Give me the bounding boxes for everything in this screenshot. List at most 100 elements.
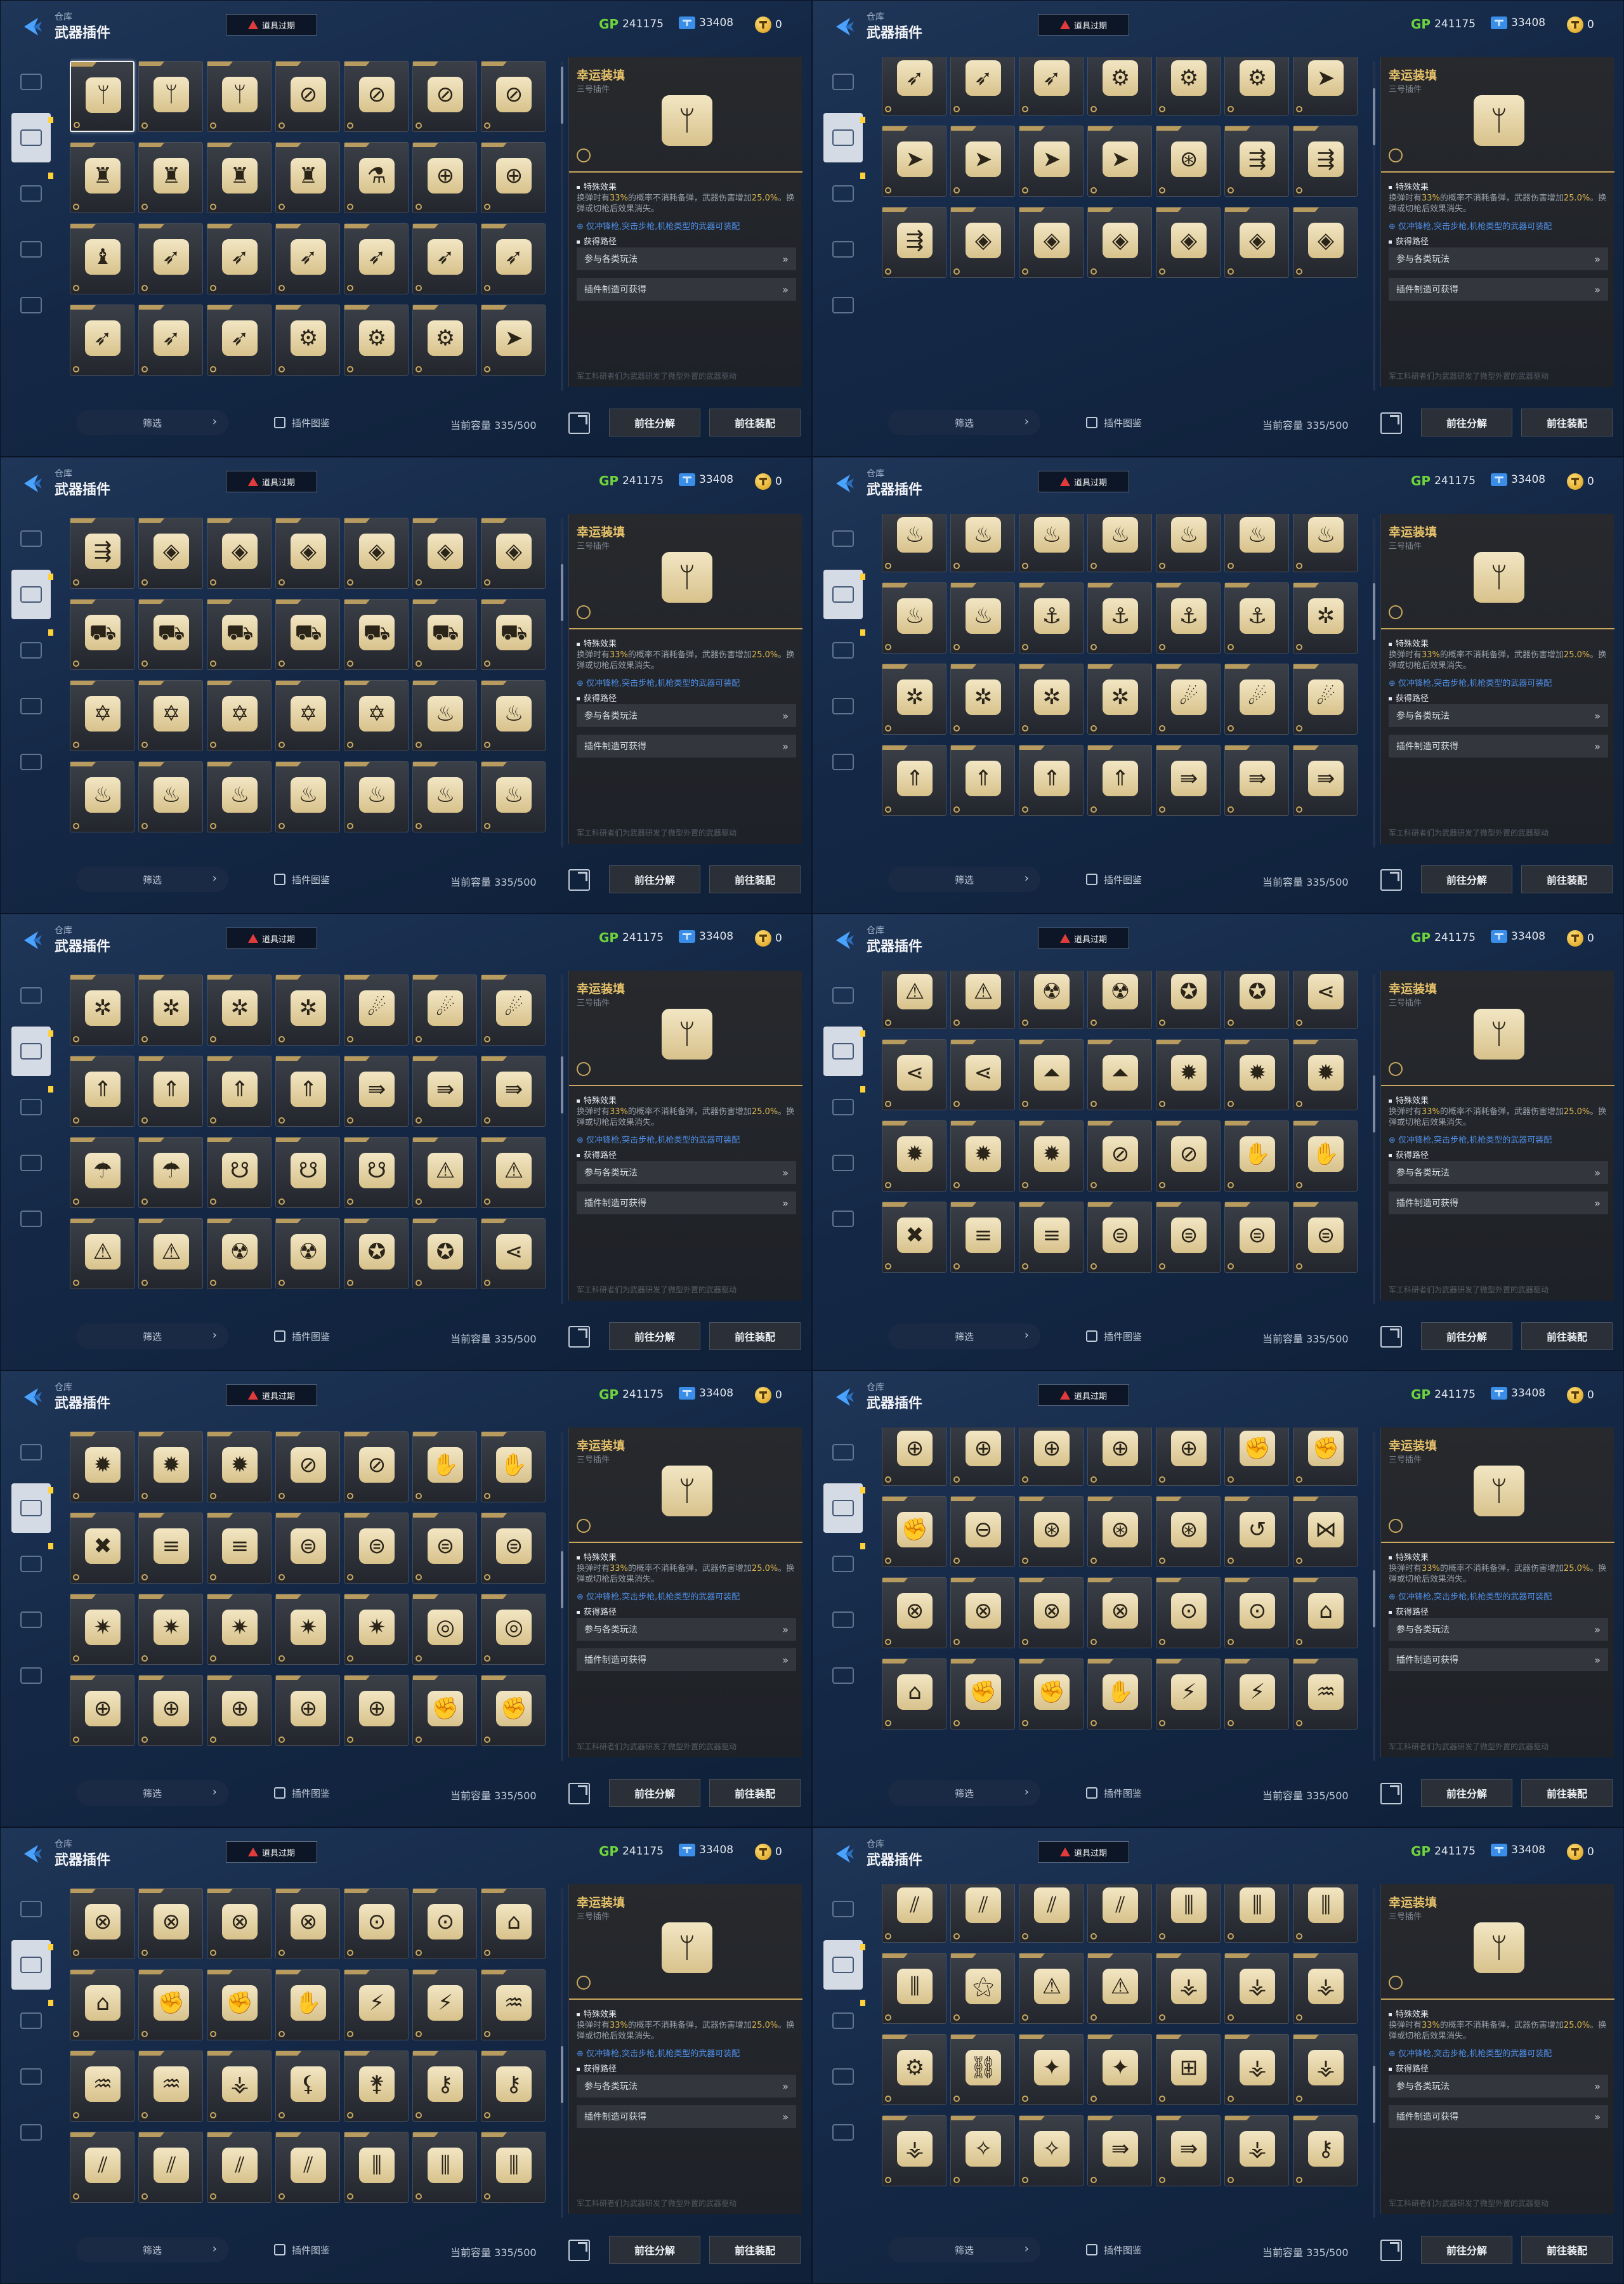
plugin-slot[interactable]: ⚷: [1293, 2115, 1358, 2186]
plugin-slot[interactable]: ◈: [1156, 207, 1221, 278]
plugin-slot[interactable]: ⊕: [882, 1428, 946, 1486]
plugin-slot[interactable]: ⊜: [412, 1513, 477, 1584]
plugin-slot[interactable]: ≡: [950, 1202, 1015, 1273]
plugin-grid[interactable]: ⊗ ⊗ ⊗ ⊗ ⊙ ⊙ ⌂ ⌂ ✊ ✊ ✋ ⚡ ⚡ ♒ ♒ ♒ ⚶ ⚸ ⚵ ⚷ ⚷ ⫽ ⫽ ⫽ ⫽ ⫼ ⫼ ⫼: [70, 1884, 558, 2221]
plugin-slot[interactable]: ✊: [882, 1496, 946, 1567]
filter-button[interactable]: 筛选 ›: [888, 410, 1040, 435]
plugin-slot[interactable]: ⊗: [138, 1888, 203, 1959]
plugin-slot[interactable]: ⊘: [1087, 1120, 1152, 1191]
plugin-slot[interactable]: ≡: [207, 1513, 272, 1584]
plugin-slot[interactable]: ✲: [138, 975, 203, 1046]
plugin-slot[interactable]: ⊛: [1156, 1496, 1221, 1567]
plugin-atlas-button[interactable]: 插件图鉴: [1051, 867, 1177, 892]
expired-items-button[interactable]: 道具过期: [226, 928, 317, 949]
plugin-slot[interactable]: ⚙: [1156, 57, 1221, 115]
plugin-slot[interactable]: ♨: [138, 761, 203, 832]
sidebar-item-vehicle[interactable]: [11, 681, 51, 731]
plugin-slot[interactable]: ⊜: [1224, 1202, 1289, 1273]
plugin-slot[interactable]: ♨: [481, 761, 546, 832]
plugin-slot[interactable]: ⫽: [950, 1884, 1015, 1943]
equip-button[interactable]: 前往装配: [709, 1779, 801, 1807]
back-arrow-icon[interactable]: [831, 14, 856, 39]
plugin-slot[interactable]: ⇛: [1087, 2115, 1152, 2186]
plugin-slot[interactable]: ⊕: [412, 142, 477, 213]
plugin-grid[interactable]: ⇶ ◈ ◈ ◈ ◈ ◈ ◈ ⛟ ⛟ ⛟ ⛟ ⛟ ⛟ ⛟ ✡ ✡ ✡ ✡ ✡ ♨ ♨ ♨ ♨ ♨ ♨ ♨ ♨ ♨: [70, 514, 558, 850]
scrollbar-thumb[interactable]: [1373, 88, 1375, 145]
plugin-slot[interactable]: ➶: [275, 223, 340, 294]
sidebar-item-insignia[interactable]: [823, 1651, 863, 1700]
plugin-slot[interactable]: ⚝: [950, 1953, 1015, 2024]
back-arrow-icon[interactable]: [19, 1384, 44, 1410]
plugin-slot[interactable]: ⊕: [344, 1675, 409, 1746]
plugin-slot[interactable]: ᛘ: [138, 61, 203, 132]
plugin-slot[interactable]: ⋈: [1293, 1496, 1358, 1567]
plugin-slot[interactable]: ⊕: [207, 1675, 272, 1746]
plugin-slot[interactable]: ⇛: [481, 1056, 546, 1127]
plugin-grid[interactable]: ➶ ➶ ➶ ⚙ ⚙ ⚙ ➤ ➤ ➤ ➤ ➤ ⊛ ⇶ ⇶ ⇶ ◈ ◈ ◈ ◈ ◈ ◈: [882, 57, 1370, 393]
source-route-play[interactable]: 参与各类玩法»: [1389, 1161, 1608, 1184]
plugin-slot[interactable]: ◈: [138, 518, 203, 589]
plugin-slot[interactable]: ⇑: [138, 1056, 203, 1127]
plugin-slot[interactable]: ♨: [882, 582, 946, 653]
plugin-slot[interactable]: ⚙: [1224, 57, 1289, 115]
plugin-slot[interactable]: ⚓: [1224, 582, 1289, 653]
back-arrow-icon[interactable]: [19, 471, 44, 496]
plugin-slot[interactable]: ✋: [1224, 1120, 1289, 1191]
plugin-slot[interactable]: ⊙: [1156, 1577, 1221, 1648]
sidebar-item-weapon[interactable]: [11, 57, 51, 107]
plugin-slot[interactable]: ☂: [70, 1137, 134, 1208]
plugin-slot[interactable]: ✊: [1293, 1428, 1358, 1486]
plugin-slot[interactable]: ⋖: [950, 1039, 1015, 1110]
plugin-slot[interactable]: ⊕: [950, 1428, 1015, 1486]
plugin-slot[interactable]: ✊: [481, 1675, 546, 1746]
plugin-slot[interactable]: ⫽: [882, 1884, 946, 1943]
sidebar-item-plugin[interactable]: [11, 113, 53, 162]
plugin-slot[interactable]: ♜: [207, 142, 272, 213]
plugin-slot[interactable]: ⚠: [950, 971, 1015, 1029]
plugin-slot[interactable]: ♨: [275, 761, 340, 832]
plugin-slot[interactable]: ⊗: [882, 1577, 946, 1648]
back-arrow-icon[interactable]: [831, 928, 856, 953]
plugin-slot[interactable]: ⫼: [344, 2132, 409, 2203]
plugin-slot[interactable]: ⫼: [481, 2132, 546, 2203]
sidebar-item-insignia[interactable]: [11, 1651, 51, 1700]
plugin-slot[interactable]: ⊗: [207, 1888, 272, 1959]
expired-items-button[interactable]: 道具过期: [226, 471, 317, 492]
plugin-slot[interactable]: ⊕: [481, 142, 546, 213]
sidebar-item-grenade[interactable]: [823, 1539, 865, 1589]
plugin-slot[interactable]: ⚙: [275, 305, 340, 376]
plugin-slot[interactable]: ♨: [950, 582, 1015, 653]
sidebar-item-weapon[interactable]: [823, 1428, 863, 1477]
plugin-slot[interactable]: ✡: [138, 680, 203, 751]
equip-button[interactable]: 前往装配: [1521, 865, 1613, 893]
filter-button[interactable]: 筛选 ›: [76, 1323, 228, 1349]
sidebar-item-weapon[interactable]: [11, 971, 51, 1020]
plugin-slot[interactable]: ☄: [1156, 664, 1221, 735]
plugin-slot[interactable]: ⊕: [1087, 1428, 1152, 1486]
plugin-slot[interactable]: ✧: [950, 2115, 1015, 2186]
plugin-slot[interactable]: ➶: [207, 305, 272, 376]
expired-items-button[interactable]: 道具过期: [1038, 1841, 1129, 1863]
plugin-slot[interactable]: ⚶: [1293, 1953, 1358, 2024]
plugin-slot[interactable]: ✡: [275, 680, 340, 751]
plugin-slot[interactable]: ⇛: [1224, 745, 1289, 816]
sidebar-item-weapon[interactable]: [11, 1428, 51, 1477]
plugin-atlas-button[interactable]: 插件图鉴: [239, 1780, 365, 1806]
plugin-slot[interactable]: ♝: [70, 223, 134, 294]
plugin-slot[interactable]: ✷: [138, 1594, 203, 1665]
plugin-slot[interactable]: ⇑: [950, 745, 1015, 816]
plugin-slot[interactable]: ⊘: [344, 61, 409, 132]
filter-button[interactable]: 筛选 ›: [888, 2237, 1040, 2262]
plugin-slot[interactable]: ⇶: [882, 207, 946, 278]
plugin-slot[interactable]: ✋: [275, 1969, 340, 2040]
plugin-slot[interactable]: ◈: [1293, 207, 1358, 278]
share-icon[interactable]: [568, 1326, 590, 1348]
plugin-slot[interactable]: ⛓: [950, 2034, 1015, 2105]
expired-items-button[interactable]: 道具过期: [1038, 928, 1129, 949]
plugin-slot[interactable]: ⚡: [1224, 1658, 1289, 1729]
dismantle-button[interactable]: 前往分解: [1421, 865, 1512, 893]
sidebar-item-insignia[interactable]: [11, 2108, 51, 2157]
sidebar-item-insignia[interactable]: [11, 1194, 51, 1244]
sidebar-item-insignia[interactable]: [823, 737, 863, 787]
plugin-slot[interactable]: ⚙: [1087, 57, 1152, 115]
